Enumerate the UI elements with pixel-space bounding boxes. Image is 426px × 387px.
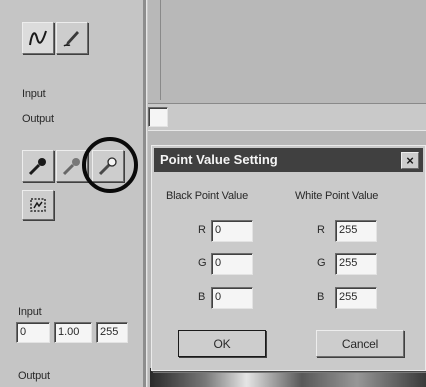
workspace-inner-border bbox=[160, 0, 161, 100]
freehand-mode-button[interactable] bbox=[56, 22, 88, 54]
dialog-title-bar: Point Value Setting × bbox=[154, 148, 423, 172]
output-levels-label: Output bbox=[18, 370, 50, 382]
auto-adjust-icon bbox=[30, 198, 46, 212]
input-levels-label: Input bbox=[18, 306, 42, 318]
black-point-header: Black Point Value bbox=[166, 190, 249, 202]
freehand-pen-icon bbox=[63, 31, 79, 47]
white-point-header: White Point Value bbox=[295, 190, 379, 202]
black-g-field[interactable]: 0 bbox=[211, 253, 253, 275]
close-icon: × bbox=[406, 153, 414, 168]
white-r-label: R bbox=[317, 224, 325, 236]
auto-adjust-button[interactable] bbox=[22, 190, 54, 220]
black-point-eyedropper-icon bbox=[28, 158, 46, 176]
curve-mode-button[interactable] bbox=[22, 22, 54, 54]
white-g-field[interactable]: 255 bbox=[335, 253, 377, 275]
black-r-label: R bbox=[198, 224, 206, 236]
curve-icon bbox=[29, 30, 47, 46]
toolbar-strip bbox=[148, 103, 426, 131]
toolbar-text-field[interactable] bbox=[148, 107, 168, 127]
black-b-label: B bbox=[198, 291, 206, 303]
cancel-button-label: Cancel bbox=[341, 336, 379, 351]
highlight-circle bbox=[82, 137, 138, 193]
panel-divider bbox=[143, 0, 147, 387]
gray-point-eyedropper-icon bbox=[62, 158, 80, 176]
input-black-level-field[interactable]: 0 bbox=[16, 322, 50, 343]
black-r-field[interactable]: 0 bbox=[211, 220, 253, 242]
dialog-title: Point Value Setting bbox=[160, 152, 278, 167]
input-white-level-field[interactable]: 255 bbox=[96, 322, 128, 343]
ok-button[interactable]: OK bbox=[178, 330, 266, 357]
dialog-close-button[interactable]: × bbox=[401, 152, 419, 169]
cancel-button[interactable]: Cancel bbox=[316, 330, 404, 357]
white-g-label: G bbox=[317, 257, 326, 269]
ok-button-label: OK bbox=[213, 336, 231, 351]
input-label: Input bbox=[22, 88, 46, 100]
black-b-field[interactable]: 0 bbox=[211, 287, 253, 309]
point-value-dialog: Point Value Setting × Black Point Value … bbox=[151, 145, 426, 371]
white-b-label: B bbox=[317, 291, 325, 303]
black-g-label: G bbox=[198, 257, 207, 269]
white-r-field[interactable]: 255 bbox=[335, 220, 377, 242]
output-label: Output bbox=[22, 113, 54, 125]
input-gamma-field[interactable]: 1.00 bbox=[54, 322, 92, 343]
black-eyedropper-button[interactable] bbox=[22, 150, 54, 182]
white-b-field[interactable]: 255 bbox=[335, 287, 377, 309]
